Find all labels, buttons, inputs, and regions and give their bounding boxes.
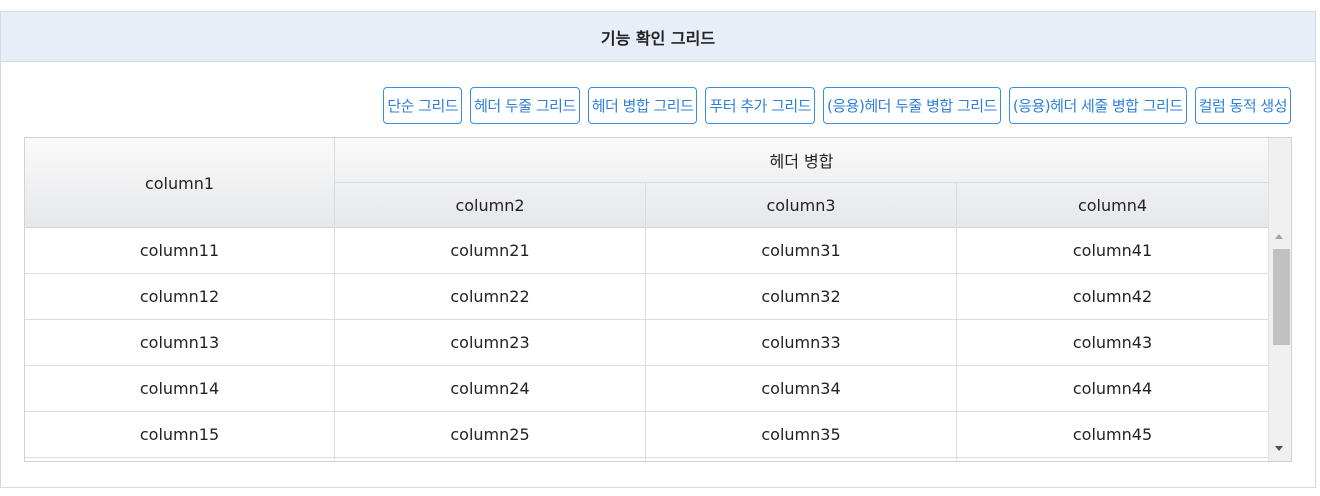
table-cell[interactable]: column23 — [335, 320, 646, 365]
table-cell[interactable]: column21 — [335, 228, 646, 273]
table-cell[interactable]: column31 — [646, 228, 957, 273]
table-cell[interactable]: column35 — [646, 412, 957, 457]
table-cell[interactable]: column25 — [335, 412, 646, 457]
two-row-header-grid-button[interactable]: 헤더 두줄 그리드 — [470, 87, 580, 124]
scroll-thumb[interactable] — [1273, 249, 1290, 345]
data-grid: column1 헤더 병합 column2 column3 column4 co… — [24, 137, 1292, 462]
table-cell[interactable]: column12 — [25, 274, 335, 319]
scroll-up-arrow-icon[interactable] — [1275, 234, 1283, 239]
table-cell[interactable]: column45 — [957, 412, 1268, 457]
table-cell[interactable]: column11 — [25, 228, 335, 273]
table-cell[interactable]: column32 — [646, 274, 957, 319]
table-cell[interactable] — [646, 458, 957, 461]
grid-body: column11 column21 column31 column41 colu… — [25, 228, 1268, 461]
table-cell[interactable] — [335, 458, 646, 461]
table-cell[interactable]: column33 — [646, 320, 957, 365]
grid-panel: 기능 확인 그리드 단순 그리드 헤더 두줄 그리드 헤더 병합 그리드 푸터 … — [0, 11, 1316, 488]
table-cell[interactable]: column22 — [335, 274, 646, 319]
table-row[interactable]: column12 column22 column32 column42 — [25, 274, 1268, 320]
three-row-merged-header-grid-button[interactable]: (응용)헤더 세줄 병합 그리드 — [1008, 87, 1187, 124]
table-row[interactable] — [25, 458, 1268, 461]
table-row[interactable]: column11 column21 column31 column41 — [25, 228, 1268, 274]
table-row[interactable]: column15 column25 column35 column45 — [25, 412, 1268, 458]
table-row[interactable]: column14 column24 column34 column44 — [25, 366, 1268, 412]
table-cell[interactable]: column14 — [25, 366, 335, 411]
vertical-scrollbar[interactable] — [1268, 138, 1291, 461]
grid-header: column1 헤더 병합 column2 column3 column4 — [25, 138, 1268, 228]
table-cell[interactable]: column34 — [646, 366, 957, 411]
grid-viewport: column1 헤더 병합 column2 column3 column4 co… — [25, 138, 1268, 461]
footer-grid-button[interactable]: 푸터 추가 그리드 — [705, 87, 816, 124]
scroll-down-arrow-icon[interactable] — [1275, 446, 1283, 451]
table-cell[interactable]: column44 — [957, 366, 1268, 411]
simple-grid-button[interactable]: 단순 그리드 — [383, 87, 463, 124]
table-cell[interactable] — [25, 458, 335, 461]
toolbar: 단순 그리드 헤더 두줄 그리드 헤더 병합 그리드 푸터 추가 그리드 (응용… — [383, 87, 1291, 124]
table-cell[interactable]: column42 — [957, 274, 1268, 319]
table-cell[interactable]: column24 — [335, 366, 646, 411]
panel-title: 기능 확인 그리드 — [1, 12, 1315, 62]
table-cell[interactable] — [957, 458, 1268, 461]
header-column4[interactable]: column4 — [957, 183, 1268, 228]
table-row[interactable]: column13 column23 column33 column43 — [25, 320, 1268, 366]
merged-header-grid-button[interactable]: 헤더 병합 그리드 — [587, 87, 698, 124]
header-column2[interactable]: column2 — [335, 183, 646, 228]
table-cell[interactable]: column15 — [25, 412, 335, 457]
two-row-merged-header-grid-button[interactable]: (응용)헤더 두줄 병합 그리드 — [823, 87, 1001, 124]
header-merged-group: 헤더 병합 — [335, 138, 1268, 183]
dynamic-column-button[interactable]: 컬럼 동적 생성 — [1194, 87, 1291, 124]
table-cell[interactable]: column13 — [25, 320, 335, 365]
header-column3[interactable]: column3 — [646, 183, 957, 228]
table-cell[interactable]: column43 — [957, 320, 1268, 365]
header-column1[interactable]: column1 — [25, 138, 335, 228]
table-cell[interactable]: column41 — [957, 228, 1268, 273]
